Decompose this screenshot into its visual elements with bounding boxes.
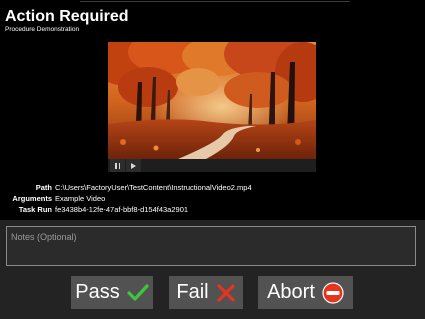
pause-icon-bar (115, 162, 117, 169)
abort-label: Abort (267, 281, 315, 303)
task-run-row: Task Run fe3438b4-12fe-47af-bbf8-d154f43… (0, 204, 425, 215)
video-player[interactable] (108, 42, 316, 159)
abort-button[interactable]: Abort (258, 276, 353, 309)
media-controls (108, 159, 316, 172)
task-run-label: Task Run (18, 205, 52, 214)
arguments-value: Example Video (55, 194, 106, 203)
no-entry-icon (322, 281, 344, 304)
video-frame-image (108, 42, 316, 159)
play-button[interactable] (126, 159, 141, 172)
top-border (0, 0, 425, 3)
path-label: Path (35, 183, 52, 192)
notes-field[interactable] (6, 226, 416, 266)
page-title: Action Required (5, 8, 129, 25)
pause-icon-bar (118, 162, 120, 169)
page-subtitle: Procedure Demonstration (5, 26, 80, 33)
action-required-window: Action Required Procedure Demonstration (0, 0, 425, 319)
x-icon (217, 283, 235, 302)
checkmark-icon (127, 283, 149, 301)
fail-button[interactable]: Fail (169, 276, 243, 309)
arguments-label: Arguments (12, 194, 52, 203)
task-details: Path C:\Users\FactoryUser\TestContent\In… (0, 182, 425, 215)
pause-button[interactable] (110, 159, 125, 172)
play-icon (131, 162, 136, 169)
pass-button[interactable]: Pass (71, 276, 153, 309)
path-row: Path C:\Users\FactoryUser\TestContent\In… (0, 182, 425, 193)
top-divider (80, 1, 350, 2)
fail-label: Fail (176, 281, 209, 303)
pass-label: Pass (75, 281, 120, 303)
task-run-value: fe3438b4-12fe-47af-bbf8-d154f43a2901 (55, 205, 189, 214)
arguments-row: Arguments Example Video (0, 193, 425, 204)
path-value: C:\Users\FactoryUser\TestContent\Instruc… (55, 183, 252, 192)
